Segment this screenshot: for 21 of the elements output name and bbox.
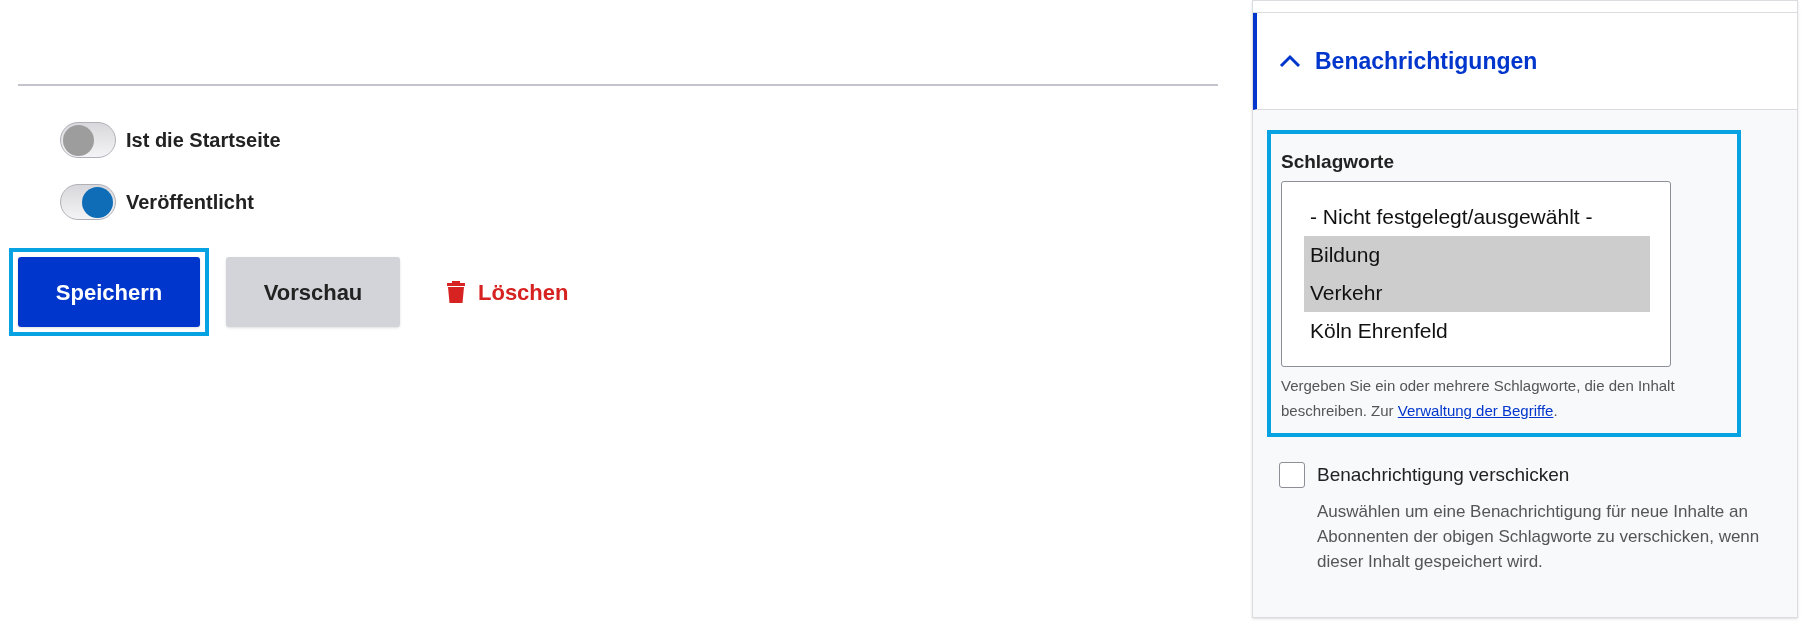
trash-icon: [446, 280, 466, 304]
section-header[interactable]: Benachrichtigungen: [1253, 13, 1797, 110]
field-description: Vergeben Sie ein oder mehrere Schlagworte, die den Inhalt beschreiben. Zur Verwaltung der Begriffe.: [1281, 375, 1676, 421]
link[interactable]: Verwaltung der Begriffe: [1397, 401, 1554, 419]
toggle-switch[interactable]: [60, 122, 116, 158]
preview-button[interactable]: Vorschau: [226, 257, 400, 327]
list-option[interactable]: Bildung: [1304, 235, 1650, 274]
list-option[interactable]: - Nicht festgelegt/ausgewählt -: [1304, 197, 1650, 236]
list-option[interactable]: Köln Ehrenfeld: [1304, 311, 1650, 350]
listbox[interactable]: - Nicht festgelegt/ausgewählt - Bildung Verkehr Köln Ehrenfeld: [1281, 180, 1671, 367]
toggle-switch[interactable]: [60, 184, 116, 220]
field-label: Schlagworte: [1281, 150, 1395, 174]
delete-button[interactable]: Löschen: [426, 257, 589, 327]
checkbox[interactable]: [1279, 461, 1305, 488]
checkbox-description: Auswählen um eine Benachrichtigung für neue Inhalte an Abonnenten der obigen Schlagworte zu verschicken, wenn dieser Inhalt gespeichert wird.: [1316, 501, 1761, 573]
chevron-icon: [1279, 54, 1301, 68]
list-option[interactable]: Verkehr: [1304, 273, 1650, 312]
toggle-label: Veröffentlicht: [126, 190, 254, 215]
checkbox-label[interactable]: Benachrichtigung verschicken: [1317, 460, 1570, 489]
save-button[interactable]: Speichern: [18, 257, 200, 327]
toggle-label: Ist die Startseite: [126, 128, 281, 153]
